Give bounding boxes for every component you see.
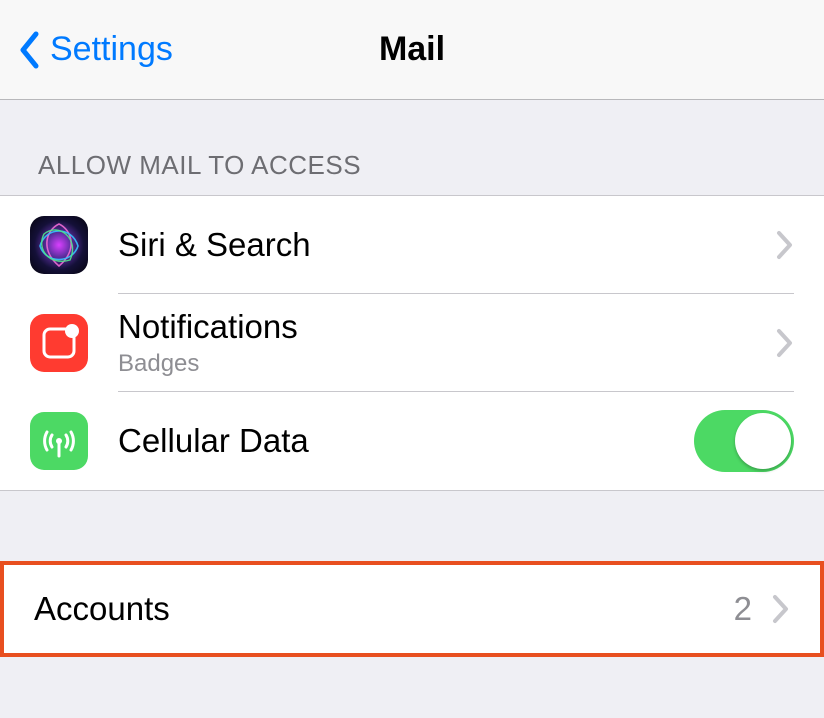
- row-siri-and-search[interactable]: Siri & Search: [0, 196, 824, 294]
- row-cellular-data: Cellular Data: [0, 392, 824, 490]
- row-accounts[interactable]: Accounts 2: [0, 561, 824, 657]
- chevron-right-icon: [772, 594, 790, 624]
- siri-icon: [30, 216, 88, 274]
- back-label: Settings: [50, 30, 173, 69]
- row-subtitle: Badges: [118, 350, 760, 378]
- row-title: Notifications: [118, 307, 760, 347]
- row-title: Cellular Data: [118, 421, 694, 461]
- row-title: Siri & Search: [118, 225, 760, 265]
- accounts-count: 2: [734, 590, 752, 628]
- back-button[interactable]: Settings: [18, 30, 173, 69]
- row-title: Accounts: [34, 589, 734, 629]
- chevron-left-icon: [18, 31, 40, 69]
- row-notifications[interactable]: Notifications Badges: [0, 294, 824, 392]
- chevron-right-icon: [776, 328, 794, 358]
- notifications-icon: [30, 314, 88, 372]
- chevron-right-icon: [776, 230, 794, 260]
- cellular-data-icon: [30, 412, 88, 470]
- cellular-data-toggle[interactable]: [694, 410, 794, 472]
- section-header-allow-access: ALLOW MAIL TO ACCESS: [0, 100, 824, 195]
